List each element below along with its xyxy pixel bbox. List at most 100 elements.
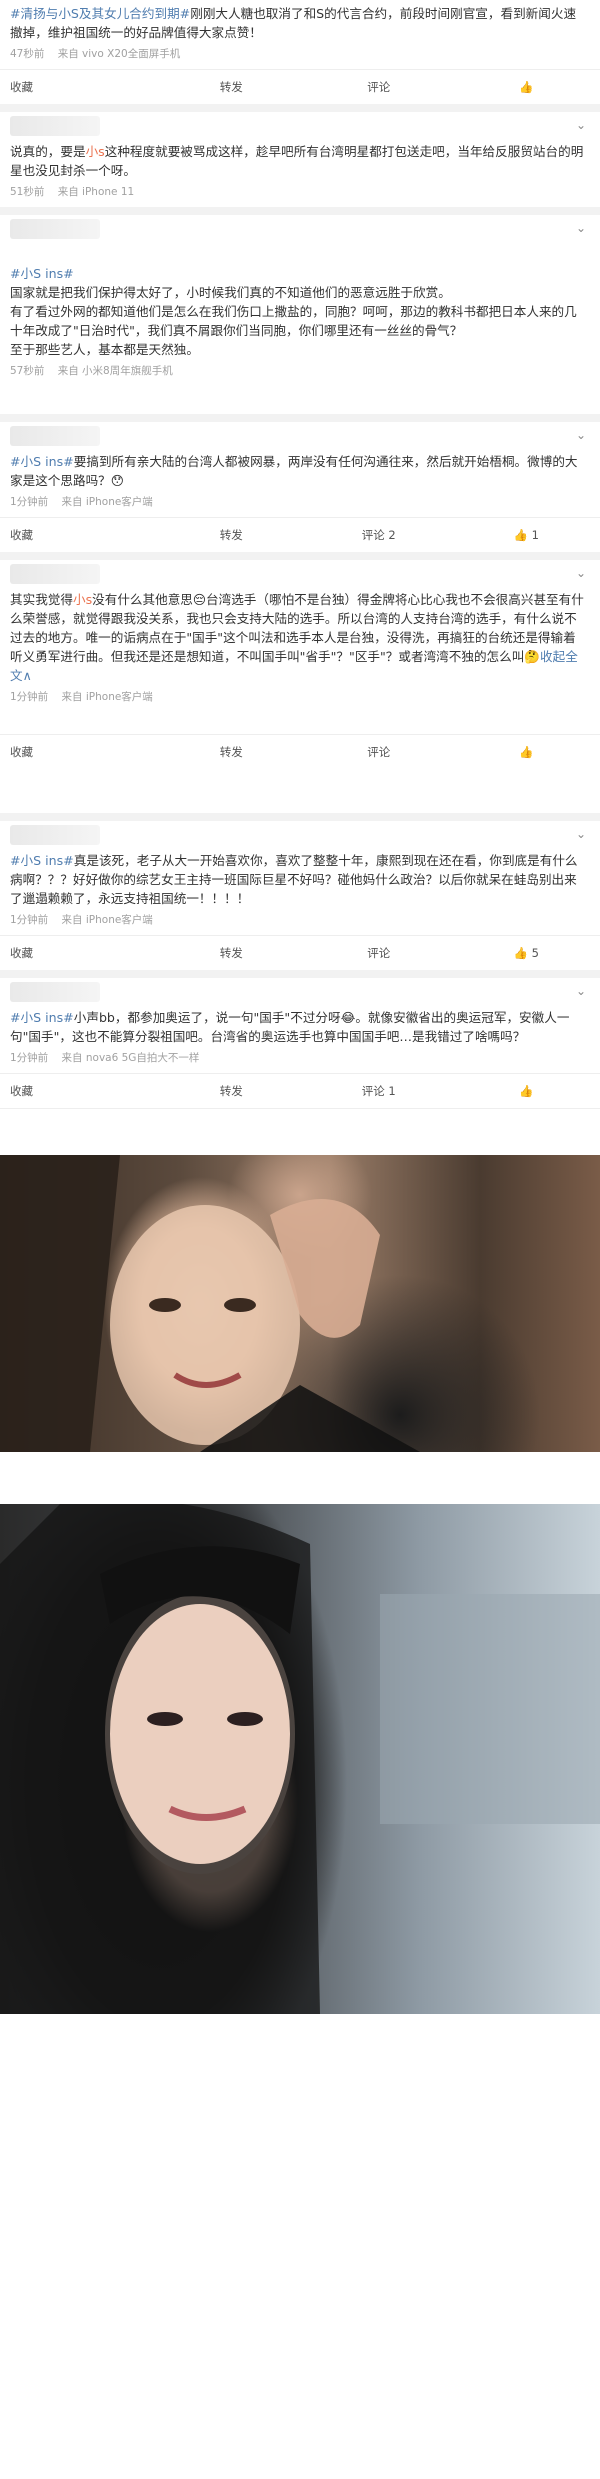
post-actions: 收藏 转发 评论 2 👍 1 [0, 517, 600, 552]
post-time: 51秒前 [10, 186, 45, 198]
post-text: #小S ins#要搞到所有亲大陆的台湾人都被网暴，两岸没有任何沟通往来，然后就开… [0, 452, 600, 490]
post-time: 1分钟前 [10, 691, 49, 703]
comment-button[interactable]: 评论 [305, 945, 453, 961]
chevron-down-icon[interactable]: ⌄ [576, 827, 586, 841]
portrait-photo-art [0, 1504, 600, 2014]
post-actions: 收藏 转发 评论 👍 [0, 734, 600, 769]
post-time: 57秒前 [10, 365, 45, 377]
chevron-down-icon[interactable]: ⌄ [576, 428, 586, 442]
thumb-up-icon: 👍 [519, 1084, 534, 1098]
repost-button[interactable]: 转发 [158, 527, 306, 543]
post-actions: 收藏 转发 评论 👍 [0, 69, 600, 104]
post-card: ⌄ #小S ins#小声bb，都参加奥运了，说一句"国手"不过分呀😂。就像安徽省… [0, 978, 600, 1155]
post-meta: 1分钟前 来自 iPhone客户端 [0, 685, 600, 712]
blurred-username [10, 426, 100, 446]
post-source: 来自 vivo X20全面屏手机 [57, 48, 181, 60]
post-text: #小S ins#小声bb，都参加奥运了，说一句"国手"不过分呀😂。就像安徽省出的… [0, 1008, 600, 1046]
comment-button[interactable]: 评论 [305, 79, 453, 95]
blurred-username [10, 116, 100, 136]
post-body-text: 小声bb，都参加奥运了，说一句"国手"不过分呀😂。就像安徽省出的奥运冠军，安徽人… [10, 1010, 570, 1044]
post-header: ⌄ [0, 215, 600, 245]
post-meta: 1分钟前 来自 iPhone客户端 [0, 490, 600, 517]
topic-link[interactable]: #小S ins# [10, 454, 74, 469]
post-meta: 57秒前 来自 小米8周年旗舰手机 [0, 359, 600, 414]
topic-link[interactable]: #小S ins# [10, 266, 74, 281]
post-time: 1分钟前 [10, 496, 49, 508]
post-text: 说真的，要是小s这种程度就要被骂成这样，趁早吧所有台湾明星都打包送走吧，当年给反… [0, 142, 600, 180]
post-source: 来自 iPhone客户端 [61, 691, 153, 703]
like-count: 1 [531, 528, 539, 542]
post-text: #小S ins#真是该死，老子从大一开始喜欢你，喜欢了整整十年，康熙到现在还在看… [0, 851, 600, 908]
post-body-text: 要搞到所有亲大陆的台湾人都被网暴，两岸没有任何沟通往来，然后就开始梧桐。微博的大… [10, 454, 578, 488]
post-time: 1分钟前 [10, 1052, 49, 1064]
favorite-button[interactable]: 收藏 [0, 527, 158, 543]
like-button[interactable]: 👍 [453, 1084, 600, 1098]
selfie-photo [0, 1155, 600, 1452]
post-card: ⌄ #小S ins# 国家就是把我们保护得太好了，小时候我们真的不知道他们的恶意… [0, 215, 600, 422]
post-header: ⌄ [0, 560, 600, 590]
post-source: 来自 nova6 5G自拍大不一样 [61, 1052, 200, 1064]
mention-link[interactable]: 小s [73, 592, 92, 607]
post-meta: 1分钟前 来自 nova6 5G自拍大不一样 [0, 1046, 600, 1073]
blurred-username [10, 219, 100, 239]
post-meta: 47秒前 来自 vivo X20全面屏手机 [0, 42, 600, 69]
post-body-text: 真是该死，老子从大一开始喜欢你，喜欢了整整十年，康熙到现在还在看，你到底是有什么… [10, 853, 578, 906]
chevron-down-icon[interactable]: ⌄ [576, 221, 586, 235]
post-meta: 51秒前 来自 iPhone 11 [0, 180, 600, 207]
post-card: ⌄ 说真的，要是小s这种程度就要被骂成这样，趁早吧所有台湾明星都打包送走吧，当年… [0, 112, 600, 215]
repost-button[interactable]: 转发 [158, 1083, 306, 1099]
post-time: 1分钟前 [10, 914, 49, 926]
selfie-photo-art [0, 1155, 420, 1452]
post-card: ⌄ #小S ins#真是该死，老子从大一开始喜欢你，喜欢了整整十年，康熙到现在还… [0, 821, 600, 978]
post-body-text: 说真的，要是 [10, 144, 86, 159]
post-body-text: 没有什么其他意思😔台湾选手（哪怕不是台独）得金牌将心比心我也不会很高兴甚至有什么… [10, 592, 584, 664]
post-source: 来自 iPhone 11 [57, 186, 135, 198]
repost-button[interactable]: 转发 [158, 79, 306, 95]
post-text: #小S ins# 国家就是把我们保护得太好了，小时候我们真的不知道他们的恶意远胜… [0, 245, 600, 359]
chevron-down-icon[interactable]: ⌄ [576, 118, 586, 132]
topic-link[interactable]: #小S ins# [10, 853, 74, 868]
like-button[interactable]: 👍 [453, 745, 600, 759]
post-card: #清扬与小S及其女儿合约到期#刚刚大人糖也取消了和S的代言合约，前段时间刚官宣，… [0, 0, 600, 112]
like-button[interactable]: 👍 5 [453, 946, 600, 960]
post-header: ⌄ [0, 422, 600, 452]
like-button[interactable]: 👍 1 [453, 528, 600, 542]
thumb-up-icon: 👍 [519, 745, 534, 759]
repost-button[interactable]: 转发 [158, 945, 306, 961]
post-source: 来自 iPhone客户端 [61, 914, 153, 926]
thumb-up-icon: 👍 [519, 80, 534, 94]
post-header: ⌄ [0, 821, 600, 851]
post-meta: 1分钟前 来自 iPhone客户端 [0, 908, 600, 935]
post-source: 来自 小米8周年旗舰手机 [57, 365, 173, 377]
blurred-username [10, 564, 100, 584]
chevron-down-icon[interactable]: ⌄ [576, 566, 586, 580]
post-actions: 收藏 转发 评论 👍 5 [0, 935, 600, 970]
post-text: #清扬与小S及其女儿合约到期#刚刚大人糖也取消了和S的代言合约，前段时间刚官宣，… [0, 4, 600, 42]
like-count: 5 [531, 946, 539, 960]
chevron-down-icon[interactable]: ⌄ [576, 984, 586, 998]
like-button[interactable]: 👍 [453, 80, 600, 94]
weibo-feed: #清扬与小S及其女儿合约到期#刚刚大人糖也取消了和S的代言合约，前段时间刚官宣，… [0, 0, 600, 2014]
post-source: 来自 iPhone客户端 [61, 496, 153, 508]
topic-link[interactable]: #清扬与小S及其女儿合约到期# [10, 6, 190, 21]
post-text: 其实我觉得小s没有什么其他意思😔台湾选手（哪怕不是台独）得金牌将心比心我也不会很… [0, 590, 600, 685]
thumb-up-icon: 👍 [513, 946, 528, 960]
post-card: ⌄ 其实我觉得小s没有什么其他意思😔台湾选手（哪怕不是台独）得金牌将心比心我也不… [0, 560, 600, 821]
post-actions: 收藏 转发 评论 1 👍 [0, 1073, 600, 1109]
favorite-button[interactable]: 收藏 [0, 945, 158, 961]
mention-link[interactable]: 小s [86, 144, 105, 159]
post-time: 47秒前 [10, 48, 45, 60]
post-header: ⌄ [0, 112, 600, 142]
comment-button[interactable]: 评论 [305, 744, 453, 760]
blurred-username [10, 982, 100, 1002]
favorite-button[interactable]: 收藏 [0, 1083, 158, 1099]
blurred-username [10, 825, 100, 845]
favorite-button[interactable]: 收藏 [0, 79, 158, 95]
comment-button[interactable]: 评论 2 [305, 527, 453, 543]
comment-button[interactable]: 评论 1 [305, 1083, 453, 1099]
post-body-text: 其实我觉得 [10, 592, 73, 607]
thumb-up-icon: 👍 [513, 528, 528, 542]
favorite-button[interactable]: 收藏 [0, 744, 158, 760]
topic-link[interactable]: #小S ins# [10, 1010, 74, 1025]
repost-button[interactable]: 转发 [158, 744, 306, 760]
